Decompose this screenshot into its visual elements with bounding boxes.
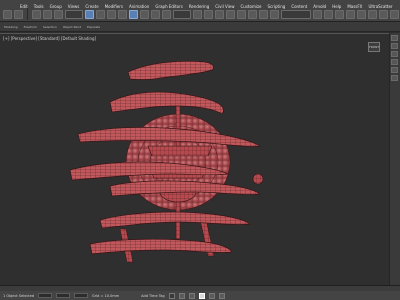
sculpture-mesh[interactable] [0,34,400,286]
ribbon-tab-modeling[interactable]: Modeling [4,25,18,29]
menu-item-edit[interactable]: Edit [20,4,28,10]
orbit-icon[interactable] [218,292,225,299]
menu-item-scripting[interactable]: Scripting [268,4,286,10]
angle-snap-icon[interactable] [237,9,246,19]
menu-item-animation[interactable]: Animation [129,4,149,10]
add-time-tag-label[interactable]: Add Time Tag [141,294,165,298]
select-and-place-icon[interactable] [162,9,171,19]
zoom-plus-icon[interactable] [198,292,205,299]
pivot-center-icon[interactable] [193,9,202,19]
3ds-max-window: Edit Tools Group Views Create Modifiers Animat… [0,0,400,300]
reference-coordinate-dropdown[interactable] [173,9,191,19]
keyboard-shortcut-override-icon[interactable] [215,9,224,19]
hierarchy-panel-icon[interactable] [391,51,398,57]
command-panel-strip [389,33,400,285]
ribbon-tab-selection[interactable]: Selection [43,25,57,29]
select-object-icon[interactable] [85,9,94,19]
manipulate-icon[interactable] [204,9,213,19]
select-and-move-icon[interactable] [129,9,138,19]
menu-item-civil-view[interactable]: Civil View [215,4,234,10]
hub-top-bar[interactable] [147,145,213,157]
ribbon-band-2[interactable] [109,91,224,115]
ribbon-toggle-icon[interactable] [357,9,366,19]
pan-hand-icon[interactable] [208,292,215,299]
layer-explorer-icon[interactable] [346,9,355,19]
x-coordinate-field[interactable] [38,293,53,298]
z-coordinate-field[interactable] [74,293,89,298]
menu-item-rendering[interactable]: Rendering [189,4,209,10]
status-bar: 1 Object Selected Grid = 10.0mm Add Time… [0,291,400,300]
menu-item-massfx[interactable]: MassFX [347,4,362,10]
ribbon-bar: Modeling Freeform Selection Object Paint Pop… [0,22,400,32]
knob-sphere[interactable] [252,173,264,185]
menu-item-arnold[interactable]: Arnold [313,4,326,10]
menu-item-group[interactable]: Group [50,4,62,10]
percent-snap-icon[interactable] [248,9,257,19]
spinner-snap-icon[interactable] [259,9,268,19]
y-coordinate-field[interactable] [56,293,71,298]
undo-icon[interactable] [3,9,12,19]
menu-item-modifiers[interactable]: Modifiers [105,4,123,10]
auto-key-button[interactable] [168,292,175,299]
ribbon-tab-freeform[interactable]: Freeform [24,25,37,29]
scene-explorer-icon[interactable] [335,9,344,19]
selection-filter-dropdown[interactable] [65,9,83,19]
ribbon-tab-populate[interactable]: Populate [87,25,100,29]
set-key-button[interactable] [178,292,185,299]
modify-panel-icon[interactable] [391,43,398,49]
ribbon-band-6[interactable] [99,211,251,229]
menu-item-help[interactable]: Help [332,4,341,10]
ribbon-tab-object-paint[interactable]: Object Paint [63,25,81,29]
menu-item-create[interactable]: Create [85,4,98,10]
snaps-toggle-icon[interactable] [226,9,235,19]
menu-item-ultrascatter[interactable]: UltraScatter [368,4,392,10]
ribbon-band-1[interactable] [127,60,214,81]
unlink-icon[interactable] [43,9,52,19]
material-editor-icon[interactable] [390,9,399,19]
motion-panel-icon[interactable] [391,59,398,65]
display-panel-icon[interactable] [391,67,398,73]
create-panel-icon[interactable] [391,35,398,41]
link-icon[interactable] [32,9,41,19]
select-and-scale-icon[interactable] [151,9,160,19]
selection-status: 1 Object Selected [3,293,35,298]
grid-size-label: Grid = 10.0mm [92,293,120,298]
bind-space-warp-icon[interactable] [54,9,63,19]
redo-icon[interactable] [14,9,23,19]
edit-named-selection-icon[interactable] [270,9,279,19]
utilities-panel-icon[interactable] [391,75,398,81]
select-by-name-icon[interactable] [96,9,105,19]
select-and-rotate-icon[interactable] [140,9,149,19]
curve-editor-icon[interactable] [368,9,377,19]
menu-item-graph-editors[interactable]: Graph Editors [155,4,182,10]
named-selection-dropdown[interactable] [281,9,311,19]
window-crossing-icon[interactable] [118,9,127,19]
menu-item-tools[interactable]: Tools [34,4,44,10]
rectangular-selection-icon[interactable] [107,9,116,19]
play-icon[interactable] [188,292,195,299]
menu-item-views[interactable]: Views [68,4,80,10]
menu-item-customize[interactable]: Customize [241,4,262,10]
align-icon[interactable] [324,9,333,19]
menu-bar: Edit Tools Group Views Create Modifiers Animat… [0,4,393,10]
perspective-viewport[interactable]: [+] [Perspective] [Standard] [Default Sh… [0,33,400,286]
mirror-icon[interactable] [313,9,322,19]
menu-item-content[interactable]: Content [291,4,307,10]
schematic-view-icon[interactable] [379,9,388,19]
